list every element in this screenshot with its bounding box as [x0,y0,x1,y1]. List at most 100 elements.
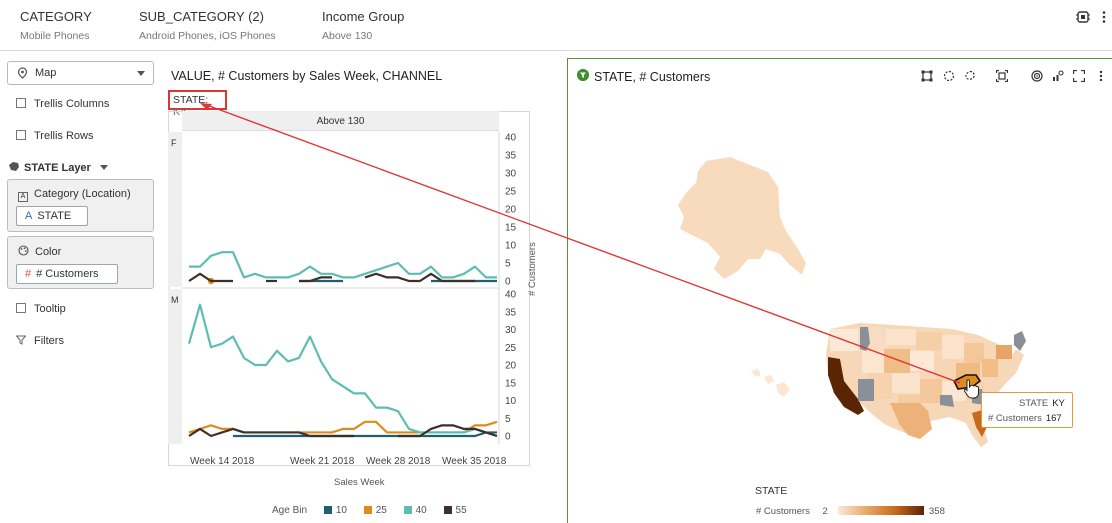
color-group[interactable]: Color # # Customers [7,236,154,289]
layer-label: STATE Layer [24,162,91,174]
map-region [964,343,984,363]
legend-swatch-10 [323,506,332,514]
map-region-alaska [678,157,806,279]
y-tick-label: 30 [505,325,517,336]
map-region-no-data [1014,331,1026,351]
map-region-no-data [940,395,954,407]
category-group-title: A Category (Location) [18,188,131,202]
filter-title: Income Group [322,9,405,24]
chart-legend: Age Bin 10 25 40 55 [272,505,467,516]
y-tick-label: 5 [505,259,511,270]
map-region [934,359,956,381]
viz-type-label: Map [35,67,57,79]
y-tick-label: 35 [505,307,517,318]
funnel-icon [15,335,27,345]
y-tick-label: 15 [505,378,517,389]
y-tick-label: 10 [505,396,517,407]
layer-header[interactable]: STATE Layer [8,161,108,174]
rows-icon [16,130,26,140]
y-tick-label: 40 [505,290,517,301]
series-line-25 [188,420,498,434]
trellis-columns-label: Trellis Columns [34,98,110,110]
color-group-title: Color [18,245,61,258]
tooltip-metric-value: 167 [1045,413,1062,424]
legend-label-55: 55 [455,505,467,516]
filter-category[interactable]: CATEGORY Mobile Phones [20,9,92,42]
trellis-rows-label: Trellis Rows [34,130,94,142]
line-chart-panel: VALUE, # Customers by Sales Week, CHANNE… [162,52,567,523]
map-panel: STATE, # Customers STATE KY # Customers … [567,58,1112,523]
y-tick-label: 20 [505,361,517,372]
measure-icon: # [25,268,32,280]
series-line-40 [187,303,498,438]
series-line-55 [188,272,233,283]
legend-metric-label: # Customers [756,506,810,517]
filters-item[interactable]: Filters [15,335,64,347]
customers-chip-label: # Customers [36,268,99,280]
tooltip-label: Tooltip [34,303,66,315]
map-region-hawaii [751,369,790,397]
tooltip-state-value: KY [1052,398,1065,409]
map-legend-layer: STATE [755,485,788,497]
line-chart[interactable]: 0 5 10 15 20 25 30 35 40 0 5 10 15 20 25 30 35 40 Week 14 … [162,52,567,482]
text-attribute-icon: A [18,192,28,202]
legend-swatch-25 [363,506,372,514]
state-chip-label: STATE [37,210,72,222]
more-options-icon[interactable] [1097,10,1111,24]
filter-value: Above 130 [322,30,373,42]
y-tick-label: 35 [505,151,517,162]
viz-type-dropdown[interactable]: Map [7,61,154,85]
map-region [830,329,858,351]
x-tick-label: Week 14 2018 [190,456,255,467]
legend-label-25: 25 [375,505,387,516]
map-region-no-data [858,379,874,401]
map-region [982,359,998,377]
chevron-down-icon [137,71,145,76]
filter-sub-category[interactable]: SUB_CATEGORY (2) Android Phones, iOS Pho… [139,9,276,42]
x-tick-label: Week 28 2018 [366,456,431,467]
map-region [916,332,942,350]
map-region [910,351,934,371]
map-pin-icon [17,67,28,79]
palette-icon [18,245,29,256]
customers-chip[interactable]: # # Customers [16,264,118,284]
y-tick-label: 40 [505,133,517,144]
trellis-rows-item[interactable]: Trellis Rows [16,130,94,142]
map-region [884,349,910,373]
tooltip-item[interactable]: Tooltip [16,303,66,315]
chevron-down-icon [99,165,108,170]
grammar-panel: Map Trellis Columns Trellis Rows STATE L… [0,52,162,523]
map-region [862,351,884,373]
y-tick-label: 5 [505,414,511,425]
trellis-columns-item[interactable]: Trellis Columns [16,98,109,110]
legend-title: Age Bin [272,505,308,516]
map-region [886,329,916,345]
filter-income-group[interactable]: Income Group Above 130 [322,9,404,42]
map-region [942,335,964,359]
map-region [996,345,1012,359]
filters-label: Filters [34,335,64,347]
tooltip-icon [16,303,26,313]
columns-icon [16,98,26,108]
legend-label-40: 40 [415,505,427,516]
legend-swatch-40 [403,506,412,514]
y-tick-label: 0 [505,277,511,288]
y-axis-title: # Customers [527,242,538,296]
tooltip-metric-label: # Customers [988,413,1042,424]
y-tick-label: 30 [505,169,517,180]
tooltip-state-label: STATE [1019,398,1049,409]
state-chip[interactable]: A STATE [16,206,88,226]
y-tick-label: 0 [505,432,511,443]
category-location-group[interactable]: A Category (Location) A STATE [7,179,154,232]
color-gradient-bar [838,506,924,515]
filter-settings-icon[interactable] [1076,10,1090,24]
y-tick-label: 25 [505,187,517,198]
filter-value: Android Phones, iOS Phones [139,30,276,42]
filter-bar: CATEGORY Mobile Phones SUB_CATEGORY (2) … [0,0,1112,51]
y-tick-label: 25 [505,343,517,354]
map-region [892,373,920,393]
filter-value: Mobile Phones [20,30,90,42]
category-group-label: Category (Location) [34,188,131,200]
tooltip-metric-row: # Customers 167 [988,413,1062,424]
map-region [920,379,942,403]
